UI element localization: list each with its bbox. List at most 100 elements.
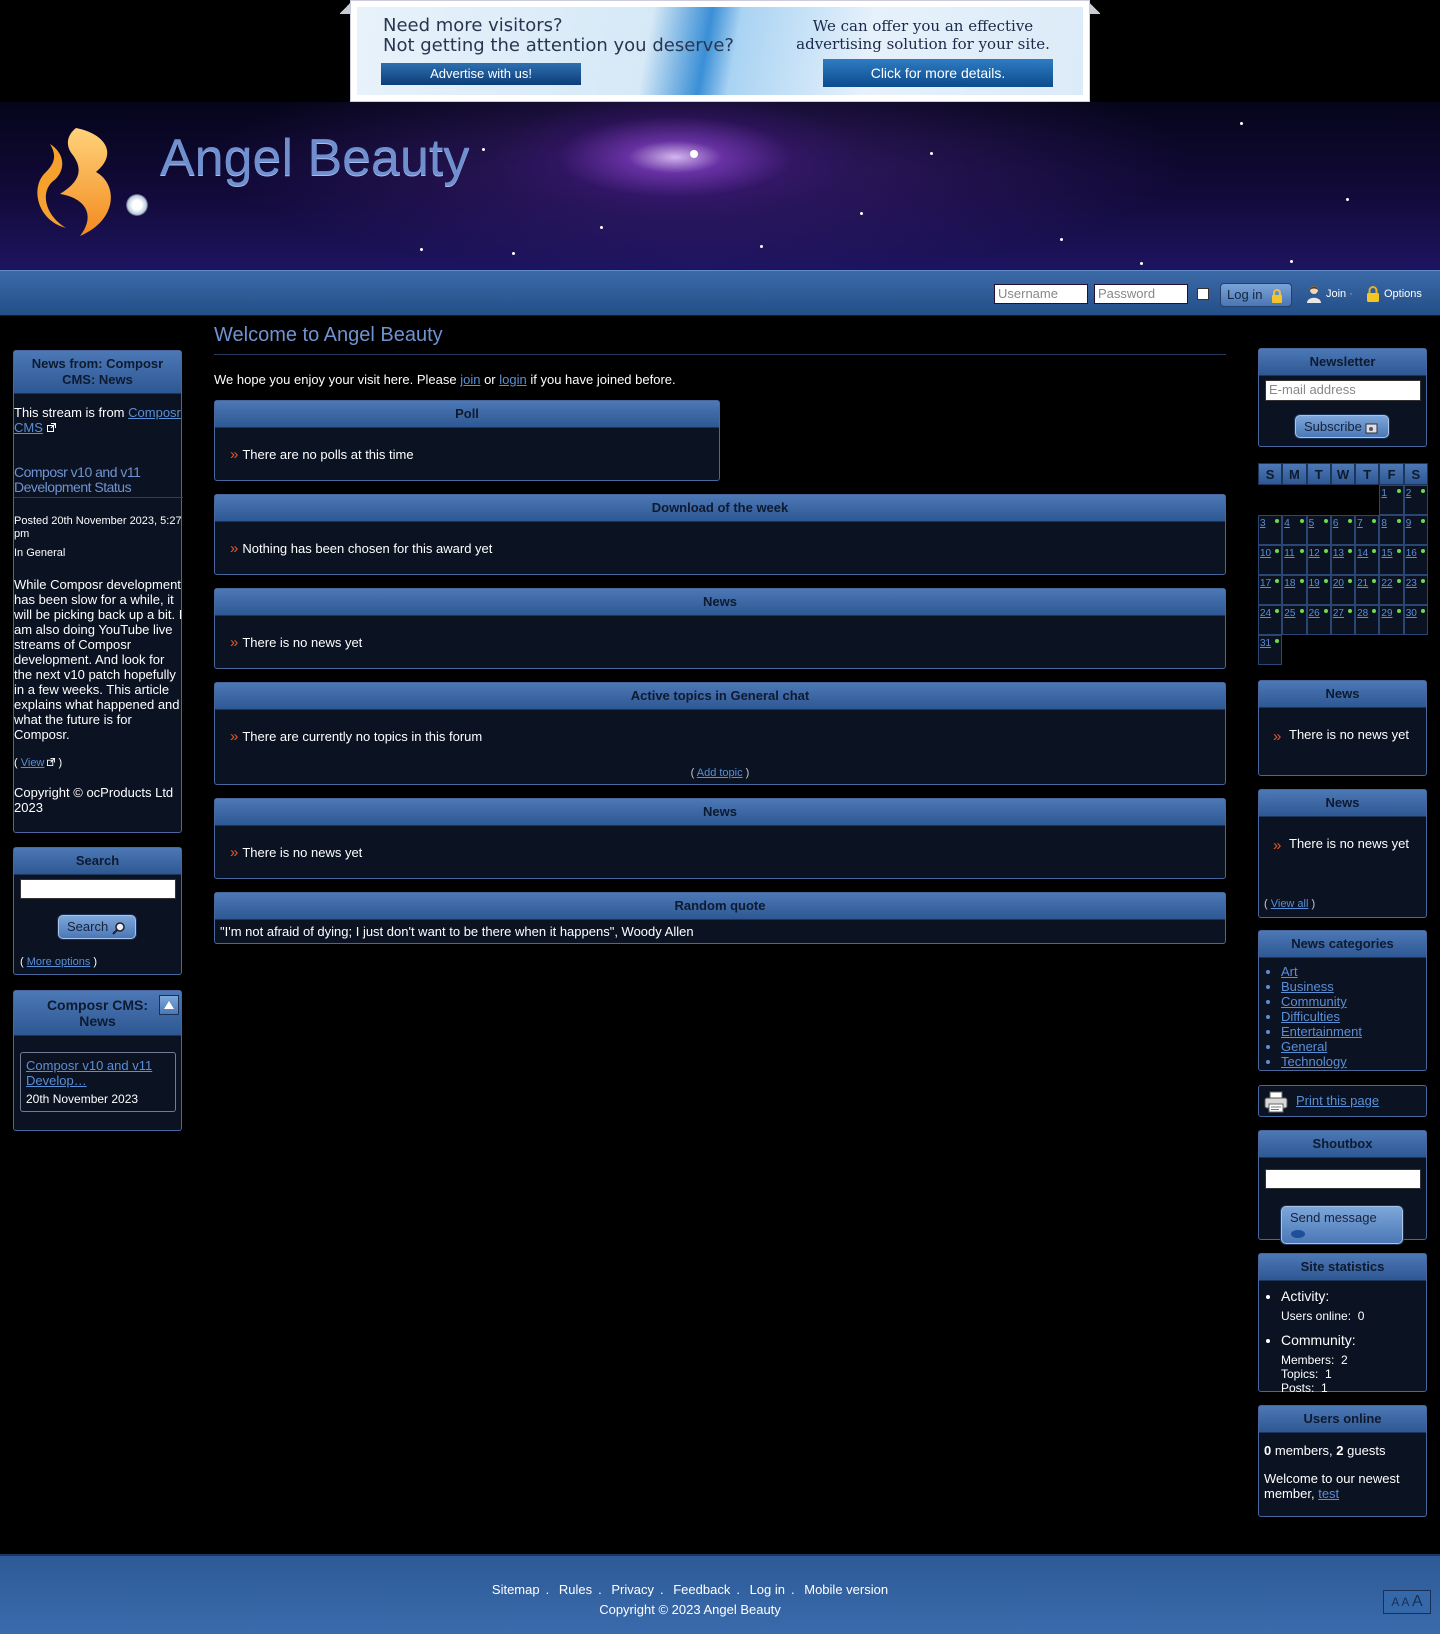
footer-link-rules[interactable]: Rules — [559, 1582, 592, 1597]
calendar-day-cell[interactable]: 25 — [1282, 605, 1307, 635]
calendar-day-link[interactable]: 18 — [1284, 578, 1295, 589]
calendar-day-link[interactable]: 19 — [1309, 578, 1320, 589]
calendar-day-cell[interactable]: 2 — [1403, 485, 1428, 515]
font-size-switcher[interactable]: A A A — [1383, 1590, 1431, 1614]
subscribe-button[interactable]: Subscribe — [1295, 415, 1389, 438]
category-link[interactable]: General — [1281, 1039, 1327, 1054]
category-link[interactable]: Community — [1281, 994, 1347, 1009]
calendar-day-link[interactable]: 16 — [1406, 548, 1417, 559]
password-input[interactable]: Password — [1094, 284, 1188, 304]
view-link[interactable]: View — [21, 757, 45, 769]
search-button[interactable]: Search — [58, 915, 136, 939]
more-options-link[interactable]: More options — [27, 956, 91, 968]
calendar-day-cell[interactable]: 1 — [1379, 485, 1404, 515]
site-title[interactable]: Angel Beauty — [160, 128, 469, 188]
calendar-day-cell[interactable]: 20 — [1330, 575, 1356, 605]
calendar-day-link[interactable]: 20 — [1333, 578, 1344, 589]
email-input[interactable]: E-mail address — [1265, 380, 1421, 401]
calendar-day-link[interactable]: 28 — [1357, 608, 1368, 619]
calendar-day-cell[interactable]: 9 — [1403, 515, 1428, 545]
news-article-title[interactable]: Composr v10 and v11 Development Status — [14, 465, 183, 498]
calendar-day-link[interactable]: 3 — [1260, 518, 1266, 529]
intro-login-link[interactable]: login — [499, 372, 526, 387]
more-options[interactable]: ( More options ) — [20, 956, 97, 968]
category-link[interactable]: Business — [1281, 979, 1334, 994]
calendar-day-cell[interactable]: 5 — [1306, 515, 1331, 545]
ad-banner[interactable]: Need more visitors? Not getting the atte… — [350, 0, 1090, 102]
calendar-day-link[interactable]: 9 — [1406, 518, 1412, 529]
calendar-day-cell[interactable]: 31 — [1258, 635, 1283, 665]
footer-link-mobile[interactable]: Mobile version — [804, 1582, 888, 1597]
feed-item-link[interactable]: Composr v10 and v11 Develop… — [26, 1058, 152, 1088]
calendar-day-link[interactable]: 5 — [1309, 518, 1315, 529]
more-details-button[interactable]: Click for more details. — [823, 59, 1053, 87]
footer-link-privacy[interactable]: Privacy — [611, 1582, 654, 1597]
calendar-day-cell[interactable]: 11 — [1282, 545, 1307, 575]
calendar-day-cell[interactable]: 13 — [1330, 545, 1356, 575]
search-input[interactable] — [20, 879, 176, 899]
newest-member-link[interactable]: test — [1318, 1486, 1339, 1501]
category-link[interactable]: Entertainment — [1281, 1024, 1362, 1039]
category-link[interactable]: Difficulties — [1281, 1009, 1340, 1024]
calendar-day-link[interactable]: 22 — [1381, 578, 1392, 589]
calendar-day-link[interactable]: 27 — [1333, 608, 1344, 619]
intro-join-link[interactable]: join — [460, 372, 480, 387]
calendar-day-link[interactable]: 8 — [1381, 518, 1387, 529]
calendar-day-cell[interactable]: 14 — [1355, 545, 1380, 575]
calendar-day-cell[interactable]: 6 — [1330, 515, 1356, 545]
calendar-day-link[interactable]: 21 — [1357, 578, 1368, 589]
category-link[interactable]: Technology — [1281, 1054, 1347, 1069]
calendar-day-cell[interactable]: 16 — [1403, 545, 1428, 575]
calendar-day-link[interactable]: 11 — [1284, 548, 1294, 559]
calendar-day-link[interactable]: 30 — [1406, 608, 1417, 619]
calendar-day-link[interactable]: 6 — [1333, 518, 1339, 529]
calendar-day-link[interactable]: 10 — [1260, 548, 1271, 559]
send-message-button[interactable]: Send message — [1281, 1206, 1403, 1244]
calendar-day-cell[interactable]: 18 — [1282, 575, 1307, 605]
calendar-day-cell[interactable]: 30 — [1403, 605, 1428, 635]
calendar-day-cell[interactable]: 27 — [1330, 605, 1356, 635]
calendar-day-cell[interactable]: 3 — [1258, 515, 1283, 545]
calendar-day-link[interactable]: 14 — [1357, 548, 1368, 559]
print-link[interactable]: Print this page — [1296, 1093, 1379, 1108]
calendar-day-link[interactable]: 2 — [1406, 488, 1412, 499]
calendar-day-link[interactable]: 25 — [1284, 608, 1295, 619]
calendar-day-cell[interactable]: 15 — [1379, 545, 1404, 575]
calendar-day-cell[interactable]: 17 — [1258, 575, 1283, 605]
calendar-day-link[interactable]: 4 — [1284, 518, 1290, 529]
calendar-day-cell[interactable]: 24 — [1258, 605, 1283, 635]
calendar-day-link[interactable]: 24 — [1260, 608, 1271, 619]
options-link[interactable]: Options — [1366, 285, 1422, 303]
print-panel[interactable]: Print this page — [1258, 1085, 1427, 1117]
calendar-day-cell[interactable]: 23 — [1403, 575, 1428, 605]
footer-link-login[interactable]: Log in — [750, 1582, 785, 1597]
calendar-day-link[interactable]: 29 — [1381, 608, 1392, 619]
calendar-day-cell[interactable]: 21 — [1355, 575, 1380, 605]
login-button[interactable]: Log in — [1220, 283, 1292, 307]
join-link[interactable]: Join · — [1306, 285, 1353, 304]
calendar-day-cell[interactable]: 12 — [1306, 545, 1331, 575]
view-all-link[interactable]: View all — [1271, 898, 1309, 910]
calendar-day-link[interactable]: 23 — [1406, 578, 1417, 589]
calendar-day-cell[interactable]: 22 — [1379, 575, 1404, 605]
calendar-day-cell[interactable]: 26 — [1306, 605, 1331, 635]
calendar-day-link[interactable]: 17 — [1260, 578, 1271, 589]
calendar-day-cell[interactable]: 29 — [1379, 605, 1404, 635]
calendar-day-cell[interactable]: 19 — [1306, 575, 1331, 605]
calendar-day-link[interactable]: 15 — [1381, 548, 1392, 559]
calendar-day-cell[interactable]: 28 — [1355, 605, 1380, 635]
news-view-link[interactable]: ( View ) — [14, 757, 62, 769]
calendar-day-link[interactable]: 31 — [1260, 638, 1271, 649]
calendar-day-link[interactable]: 1 — [1381, 488, 1387, 499]
username-input[interactable]: Username — [994, 284, 1088, 304]
advertise-button[interactable]: Advertise with us! — [381, 63, 581, 85]
remember-me-checkbox[interactable] — [1197, 288, 1209, 300]
calendar-day-cell[interactable]: 10 — [1258, 545, 1283, 575]
calendar-day-link[interactable]: 26 — [1309, 608, 1320, 619]
calendar-day-link[interactable]: 7 — [1357, 518, 1363, 529]
calendar-day-cell[interactable]: 4 — [1282, 515, 1307, 545]
view-all[interactable]: ( View all ) — [1264, 898, 1315, 910]
calendar-day-link[interactable]: 13 — [1333, 548, 1344, 559]
category-link[interactable]: Art — [1281, 964, 1298, 979]
add-topic-link[interactable]: Add topic — [697, 767, 743, 779]
